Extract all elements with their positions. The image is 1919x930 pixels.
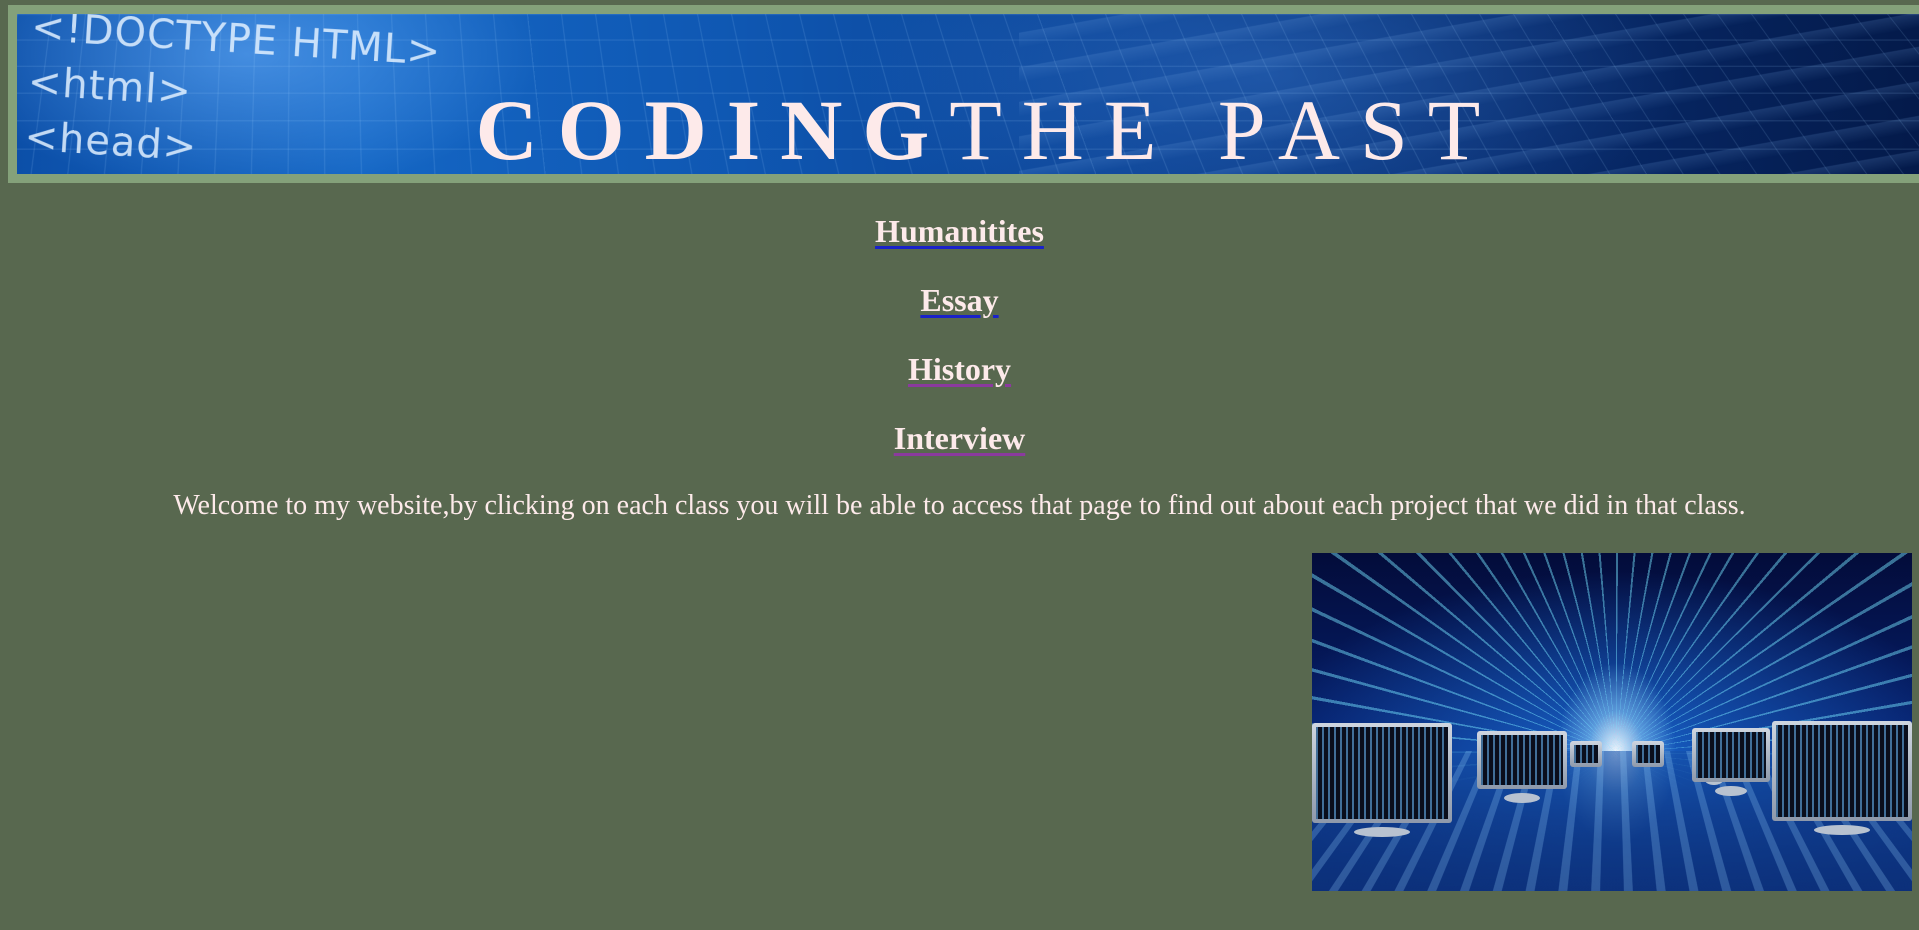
monitor-graphic [1772,721,1912,835]
monitor-graphic [1570,741,1602,767]
monitor-graphic [1312,723,1452,837]
class-nav: Humanitites Essay History Interview [0,205,1919,481]
site-title-part2: THE PAST [949,82,1501,174]
monitor-graphic [1477,731,1567,803]
nav-link-humanitites[interactable]: Humanitites [875,205,1044,274]
welcome-text: Welcome to my website,by clicking on eac… [173,490,1746,521]
nav-link-history[interactable]: History [908,343,1011,412]
digital-computers-image [1312,553,1912,891]
header-banner-frame: <!DOCTYPE HTML><html><head><meta CODINGT… [8,5,1919,183]
header-banner: <!DOCTYPE HTML><html><head><meta CODINGT… [17,14,1919,174]
monitor-graphic [1692,728,1770,796]
site-title-part1: CODING [475,82,950,174]
nav-link-interview[interactable]: Interview [894,412,1026,481]
nav-link-essay[interactable]: Essay [920,274,998,343]
monitor-graphic [1632,741,1664,767]
site-title: CODINGTHE PAST [17,82,1919,174]
